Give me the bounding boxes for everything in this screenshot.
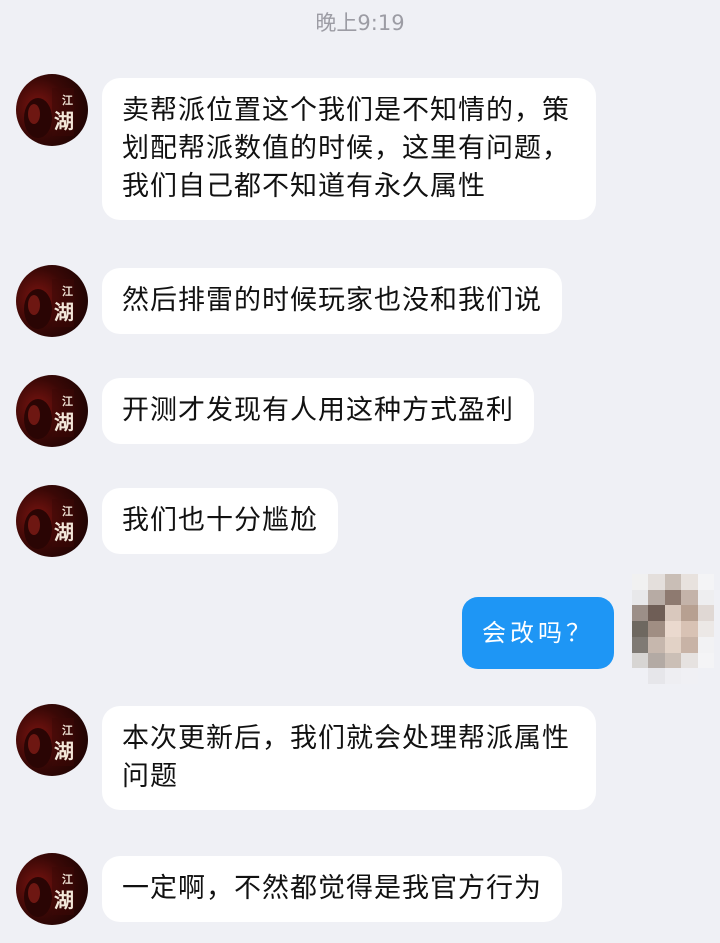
avatar-portrait-icon: 江 湖 (24, 499, 74, 549)
avatar-portrait-icon: 江 湖 (24, 88, 74, 138)
svg-text:湖: 湖 (54, 739, 74, 763)
message-bubble-incoming[interactable]: 一定啊，不然都觉得是我官方行为 (102, 856, 562, 922)
message-bubble-incoming[interactable]: 开测才发现有人用这种方式盈利 (102, 378, 534, 444)
svg-text:江: 江 (62, 284, 73, 298)
chat-timestamp: 晚上9:19 (315, 11, 405, 35)
svg-text:江: 江 (62, 394, 73, 408)
svg-text:江: 江 (62, 872, 73, 886)
sender-avatar[interactable]: 江 湖 (16, 853, 88, 925)
svg-text:湖: 湖 (54, 109, 74, 133)
avatar-portrait-icon: 江 湖 (24, 718, 74, 768)
svg-text:江: 江 (62, 723, 73, 737)
avatar-portrait-icon: 江 湖 (24, 389, 74, 439)
svg-text:湖: 湖 (54, 410, 74, 434)
svg-text:江: 江 (62, 504, 73, 518)
message-bubble-incoming[interactable]: 然后排雷的时候玩家也没和我们说 (102, 268, 562, 334)
svg-text:江: 江 (62, 93, 73, 107)
message-bubble-incoming[interactable]: 本次更新后，我们就会处理帮派属性问题 (102, 706, 596, 810)
sender-avatar[interactable]: 江 湖 (16, 74, 88, 146)
sender-avatar[interactable]: 江 湖 (16, 704, 88, 776)
avatar-portrait-icon: 江 湖 (24, 279, 74, 329)
svg-text:湖: 湖 (54, 300, 74, 324)
sender-avatar[interactable]: 江 湖 (16, 375, 88, 447)
svg-text:湖: 湖 (54, 520, 74, 544)
message-bubble-incoming[interactable]: 卖帮派位置这个我们是不知情的，策划配帮派数值的时候，这里有问题，我们自己都不知道… (102, 78, 596, 220)
message-bubble-incoming[interactable]: 我们也十分尴尬 (102, 488, 338, 554)
svg-text:湖: 湖 (54, 888, 74, 912)
sender-avatar[interactable]: 江 湖 (16, 265, 88, 337)
avatar-portrait-icon: 江 湖 (24, 867, 74, 917)
self-avatar-pixelated[interactable] (632, 574, 714, 684)
message-bubble-outgoing[interactable]: 会改吗？ (462, 597, 614, 669)
sender-avatar[interactable]: 江 湖 (16, 485, 88, 557)
